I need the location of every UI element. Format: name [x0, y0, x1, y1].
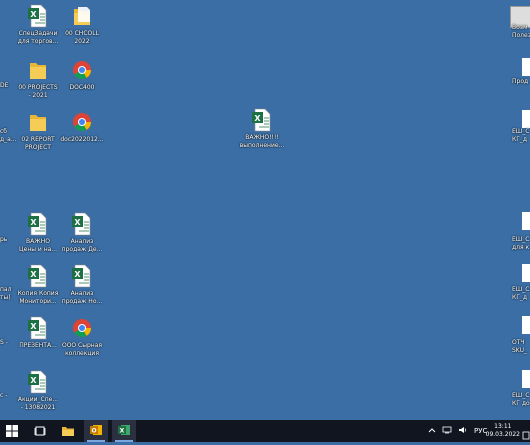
windows-logo-icon	[6, 422, 18, 441]
icon-label: DOC400	[69, 84, 95, 91]
folder-icon	[27, 58, 49, 82]
task-view-button[interactable]	[28, 420, 52, 442]
excel-file-icon	[522, 264, 530, 282]
excel-file-icon	[522, 58, 530, 76]
folder-icon	[27, 110, 49, 134]
svg-text:X: X	[74, 218, 81, 227]
partial-label[interactable]: ЕШ_С КГ_д	[512, 286, 529, 302]
excel-button[interactable]: X	[112, 420, 136, 442]
svg-text:X: X	[30, 270, 37, 279]
date-text: 09.03.2022	[485, 431, 520, 438]
svg-text:X: X	[120, 427, 125, 434]
excel-file-icon	[522, 316, 530, 334]
excel-file-icon: X	[71, 212, 93, 236]
chrome-icon	[71, 316, 93, 340]
partial-label[interactable]: Возм Полез	[512, 24, 530, 40]
desktop-icon[interactable]: doc2022012...	[52, 110, 112, 144]
icon-label: ВАЖНО!!!! выполнение...	[239, 134, 285, 149]
excel-file-icon: X	[251, 108, 273, 132]
svg-text:O: O	[91, 427, 96, 434]
desktop-icon[interactable]: ООО Сырная коллекция	[52, 316, 112, 358]
desktop-icon[interactable]: X Анализ продаж Де...	[52, 212, 112, 254]
clock[interactable]: 13:11 09.03.2022	[486, 423, 520, 439]
svg-text:X: X	[30, 376, 37, 385]
time-text: 13:11	[494, 423, 512, 430]
volume-icon[interactable]	[458, 426, 468, 436]
icon-label: 00 CHCOLL 2022	[65, 30, 99, 45]
excel-file-icon	[522, 370, 530, 388]
excel-file-icon: X	[27, 370, 49, 394]
excel-icon: X	[117, 422, 131, 441]
folder-icon	[71, 4, 93, 28]
svg-text:X: X	[30, 218, 37, 227]
partial-label[interactable]: ЕШ_С КГ_д	[512, 128, 529, 144]
desktop-icon[interactable]: X Акции_Спе... - 13082021	[8, 370, 68, 412]
excel-file-icon	[522, 110, 530, 128]
explorer-button[interactable]	[56, 420, 80, 442]
excel-file-icon	[522, 212, 530, 230]
network-icon[interactable]	[442, 426, 452, 436]
icon-label: ООО Сырная коллекция	[61, 342, 103, 357]
excel-file-icon: X	[27, 316, 49, 340]
excel-file-icon: X	[27, 212, 49, 236]
desktop-icon[interactable]: X Анализ продаж Но...	[52, 264, 112, 306]
excel-file-icon: X	[27, 4, 49, 28]
svg-text:X: X	[30, 322, 37, 331]
desktop-icon[interactable]: DOC400	[52, 58, 112, 92]
svg-text:X: X	[74, 270, 81, 279]
notification-icon[interactable]	[522, 426, 530, 445]
icon-label: doc2022012...	[60, 136, 104, 143]
outlook-button[interactable]: O	[84, 420, 108, 442]
excel-file-icon: X	[27, 264, 49, 288]
svg-text:X: X	[254, 114, 261, 123]
icon-label: Акции_Спе... - 13082021	[17, 396, 59, 411]
outlook-icon: O	[89, 422, 103, 441]
chrome-icon	[71, 110, 93, 134]
icon-label: Анализ продаж Де...	[61, 238, 103, 253]
start-button[interactable]	[0, 420, 24, 442]
desktop-icon[interactable]: 00 CHCOLL 2022	[52, 4, 112, 46]
partial-label[interactable]: с -	[0, 392, 7, 400]
partial-label[interactable]: ЕШ_С для к	[512, 236, 529, 252]
task-view-icon	[34, 422, 46, 441]
taskbar: O X РУС 13:11 09.03.2022	[0, 420, 530, 442]
partial-label[interactable]: рь	[0, 236, 7, 244]
partial-label[interactable]: Прод	[512, 78, 528, 86]
chevron-up-icon[interactable]	[428, 427, 436, 435]
partial-label[interactable]: ЕШ_С КГ до	[512, 392, 530, 408]
icon-label: Анализ продаж Но...	[61, 290, 103, 305]
partial-label[interactable]: S -	[0, 339, 8, 347]
folder-icon	[61, 422, 75, 441]
system-tray: РУС	[428, 420, 487, 442]
desktop-icon[interactable]: X ВАЖНО!!!! выполнение...	[232, 108, 292, 150]
desktop: DE сб д_а... рь пал ты) S - с - X СпецЗа…	[0, 0, 530, 420]
chrome-icon	[71, 58, 93, 82]
partial-label[interactable]: ОТЧ SKU_	[512, 339, 527, 355]
excel-file-icon: X	[71, 264, 93, 288]
svg-text:X: X	[30, 10, 37, 19]
